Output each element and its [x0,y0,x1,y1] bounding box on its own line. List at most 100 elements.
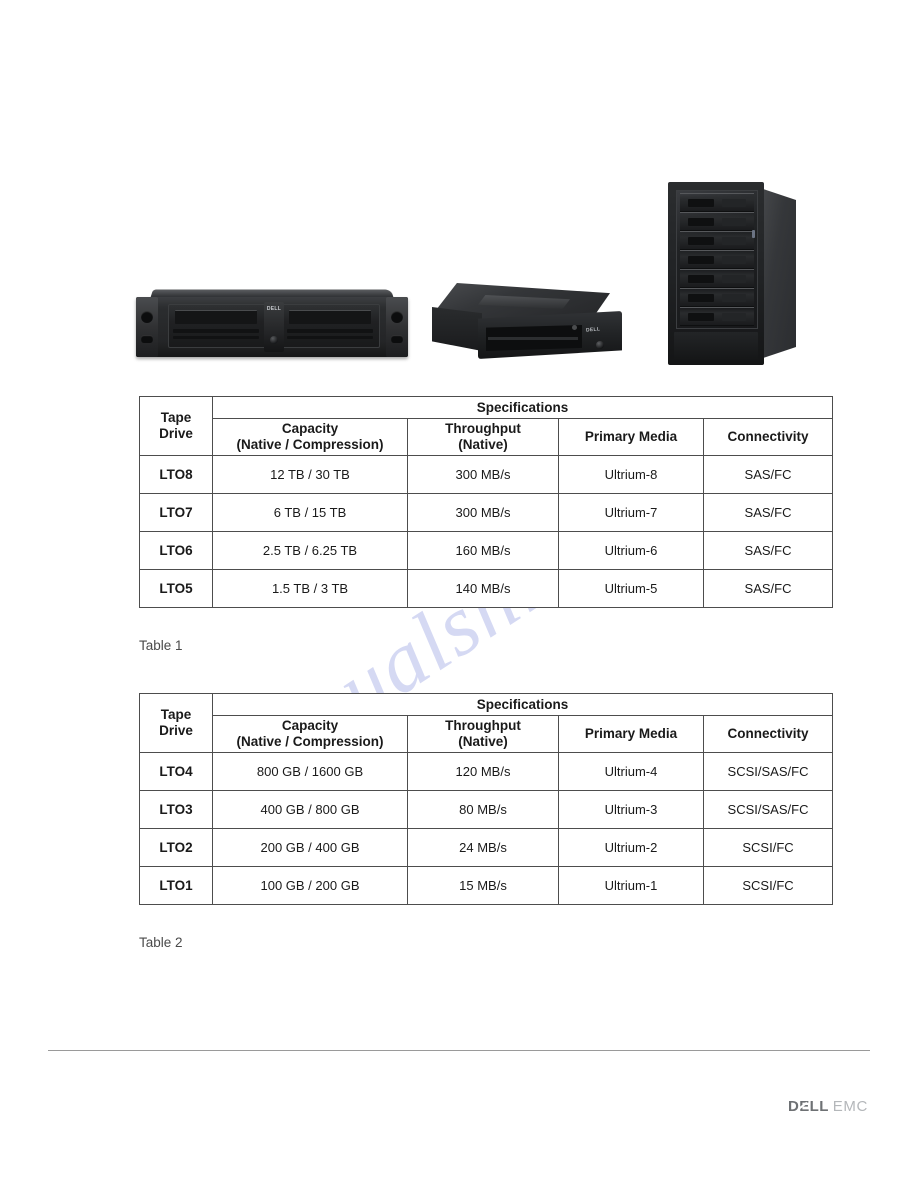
cell-connectivity: SAS/FC [702,493,834,532]
module-slot-icon [688,256,714,264]
vent-line [173,336,259,339]
table-row: LTO2 200 GB / 400 GB 24 MB/s Ultrium-2 S… [139,828,834,867]
cell-capacity: 12 TB / 30 TB [212,455,408,494]
dell-brand-mark: DELL [266,306,282,312]
header-capacity: Capacity (Native / Compression) [212,418,408,456]
drive-front-face: DELL [478,311,622,359]
rack-ear-slot-icon [391,335,403,343]
library-module [680,212,754,231]
cell-capacity: 100 GB / 200 GB [212,866,408,905]
header-tape-drive: Tape Drive [139,693,213,753]
library-base-panel [674,332,758,362]
module-slot-icon [722,313,746,321]
cell-drive: LTO3 [139,790,213,829]
header-capacity: Capacity (Native / Compression) [212,715,408,753]
cell-media: Ultrium-5 [558,569,704,608]
cell-capacity: 6 TB / 15 TB [212,493,408,532]
cell-throughput: 140 MB/s [407,569,559,608]
drive-cover-ridge [478,295,570,309]
footer-divider [48,1050,870,1051]
autoloader-rack-ear-left [136,297,158,357]
tape-slot-icon [289,310,371,324]
autoloader-drive-bay-2 [282,304,380,348]
external-tape-drive-image: DELL [432,283,628,365]
power-button-icon [270,336,278,344]
rack-ear-hole-icon [391,311,403,323]
cell-drive: LTO7 [139,493,213,532]
table-row: LTO4 800 GB / 1600 GB 120 MB/s Ultrium-4… [139,752,834,791]
cell-drive: LTO5 [139,569,213,608]
library-module [680,288,754,307]
cell-media: Ultrium-6 [558,531,704,570]
rack-ear-hole-icon [141,311,153,323]
cell-media: Ultrium-1 [558,866,704,905]
cell-capacity: 400 GB / 800 GB [212,790,408,829]
cell-drive: LTO2 [139,828,213,867]
module-slot-icon [688,199,714,207]
table-row: LTO1 100 GB / 200 GB 15 MB/s Ultrium-1 S… [139,866,834,905]
library-module [680,250,754,269]
cell-throughput: 15 MB/s [407,866,559,905]
vent-line [488,337,578,340]
table-2-caption: Table 2 [139,935,183,950]
header-primary-media: Primary Media [558,418,704,456]
table-row: LTO7 6 TB / 15 TB 300 MB/s Ultrium-7 SAS… [139,493,834,532]
header-throughput: Throughput (Native) [407,715,559,753]
cell-drive: LTO4 [139,752,213,791]
cell-media: Ultrium-2 [558,828,704,867]
dell-emc-logo: DELL EMC [788,1098,868,1115]
library-module [680,231,754,250]
library-module [680,307,754,326]
table-row: LTO8 12 TB / 30 TB 300 MB/s Ultrium-8 SA… [139,455,834,494]
header-specifications: Specifications [211,693,834,716]
tape-autoloader-image: DELL [136,288,408,362]
library-front-door [668,182,764,365]
spec-table-1: Tape Drive Specifications Capacity (Nati… [139,396,834,608]
table-1-caption: Table 1 [139,638,183,653]
cell-connectivity: SCSI/FC [702,828,834,867]
library-window [676,190,758,329]
vent-line [287,336,373,339]
cell-throughput: 160 MB/s [407,531,559,570]
drive-side-panel [432,307,482,351]
table-row: LTO5 1.5 TB / 3 TB 140 MB/s Ultrium-5 SA… [139,569,834,608]
cell-capacity: 1.5 TB / 3 TB [212,569,408,608]
library-side-panel [760,188,796,359]
module-slot-icon [688,294,714,302]
vent-line [173,329,259,333]
header-connectivity: Connectivity [702,418,834,456]
table-row: LTO3 400 GB / 800 GB 80 MB/s Ultrium-3 S… [139,790,834,829]
document-page: manualshive.com DELL DELL Tape Drive Spe… [0,0,918,1188]
cell-capacity: 200 GB / 400 GB [212,828,408,867]
cell-connectivity: SCSI/FC [702,866,834,905]
module-slot-icon [722,275,746,283]
header-throughput: Throughput (Native) [407,418,559,456]
dell-brand-mark: DELL [585,326,601,334]
cell-throughput: 300 MB/s [407,455,559,494]
module-slot-icon [722,256,746,264]
cell-media: Ultrium-7 [558,493,704,532]
cell-connectivity: SCSI/SAS/FC [702,752,834,791]
module-slot-icon [688,313,714,321]
cell-throughput: 120 MB/s [407,752,559,791]
rack-ear-slot-icon [141,335,153,343]
emc-wordmark: EMC [832,1098,868,1115]
vent-line [287,329,373,333]
autoloader-rack-ear-right [386,297,408,357]
header-specifications: Specifications [211,396,834,419]
cell-connectivity: SAS/FC [702,569,834,608]
table-row: LTO6 2.5 TB / 6.25 TB 160 MB/s Ultrium-6… [139,531,834,570]
module-slot-icon [722,199,746,207]
cell-connectivity: SAS/FC [702,531,834,570]
cell-connectivity: SCSI/SAS/FC [702,790,834,829]
dell-wordmark-text: DELL [788,1098,829,1115]
cell-connectivity: SAS/FC [702,455,834,494]
table-1-header: Tape Drive Specifications Capacity (Nati… [139,396,834,456]
cell-media: Ultrium-4 [558,752,704,791]
cell-drive: LTO8 [139,455,213,494]
module-slot-icon [722,294,746,302]
cell-media: Ultrium-8 [558,455,704,494]
module-slot-icon [722,218,746,226]
cell-throughput: 80 MB/s [407,790,559,829]
library-module [680,269,754,288]
